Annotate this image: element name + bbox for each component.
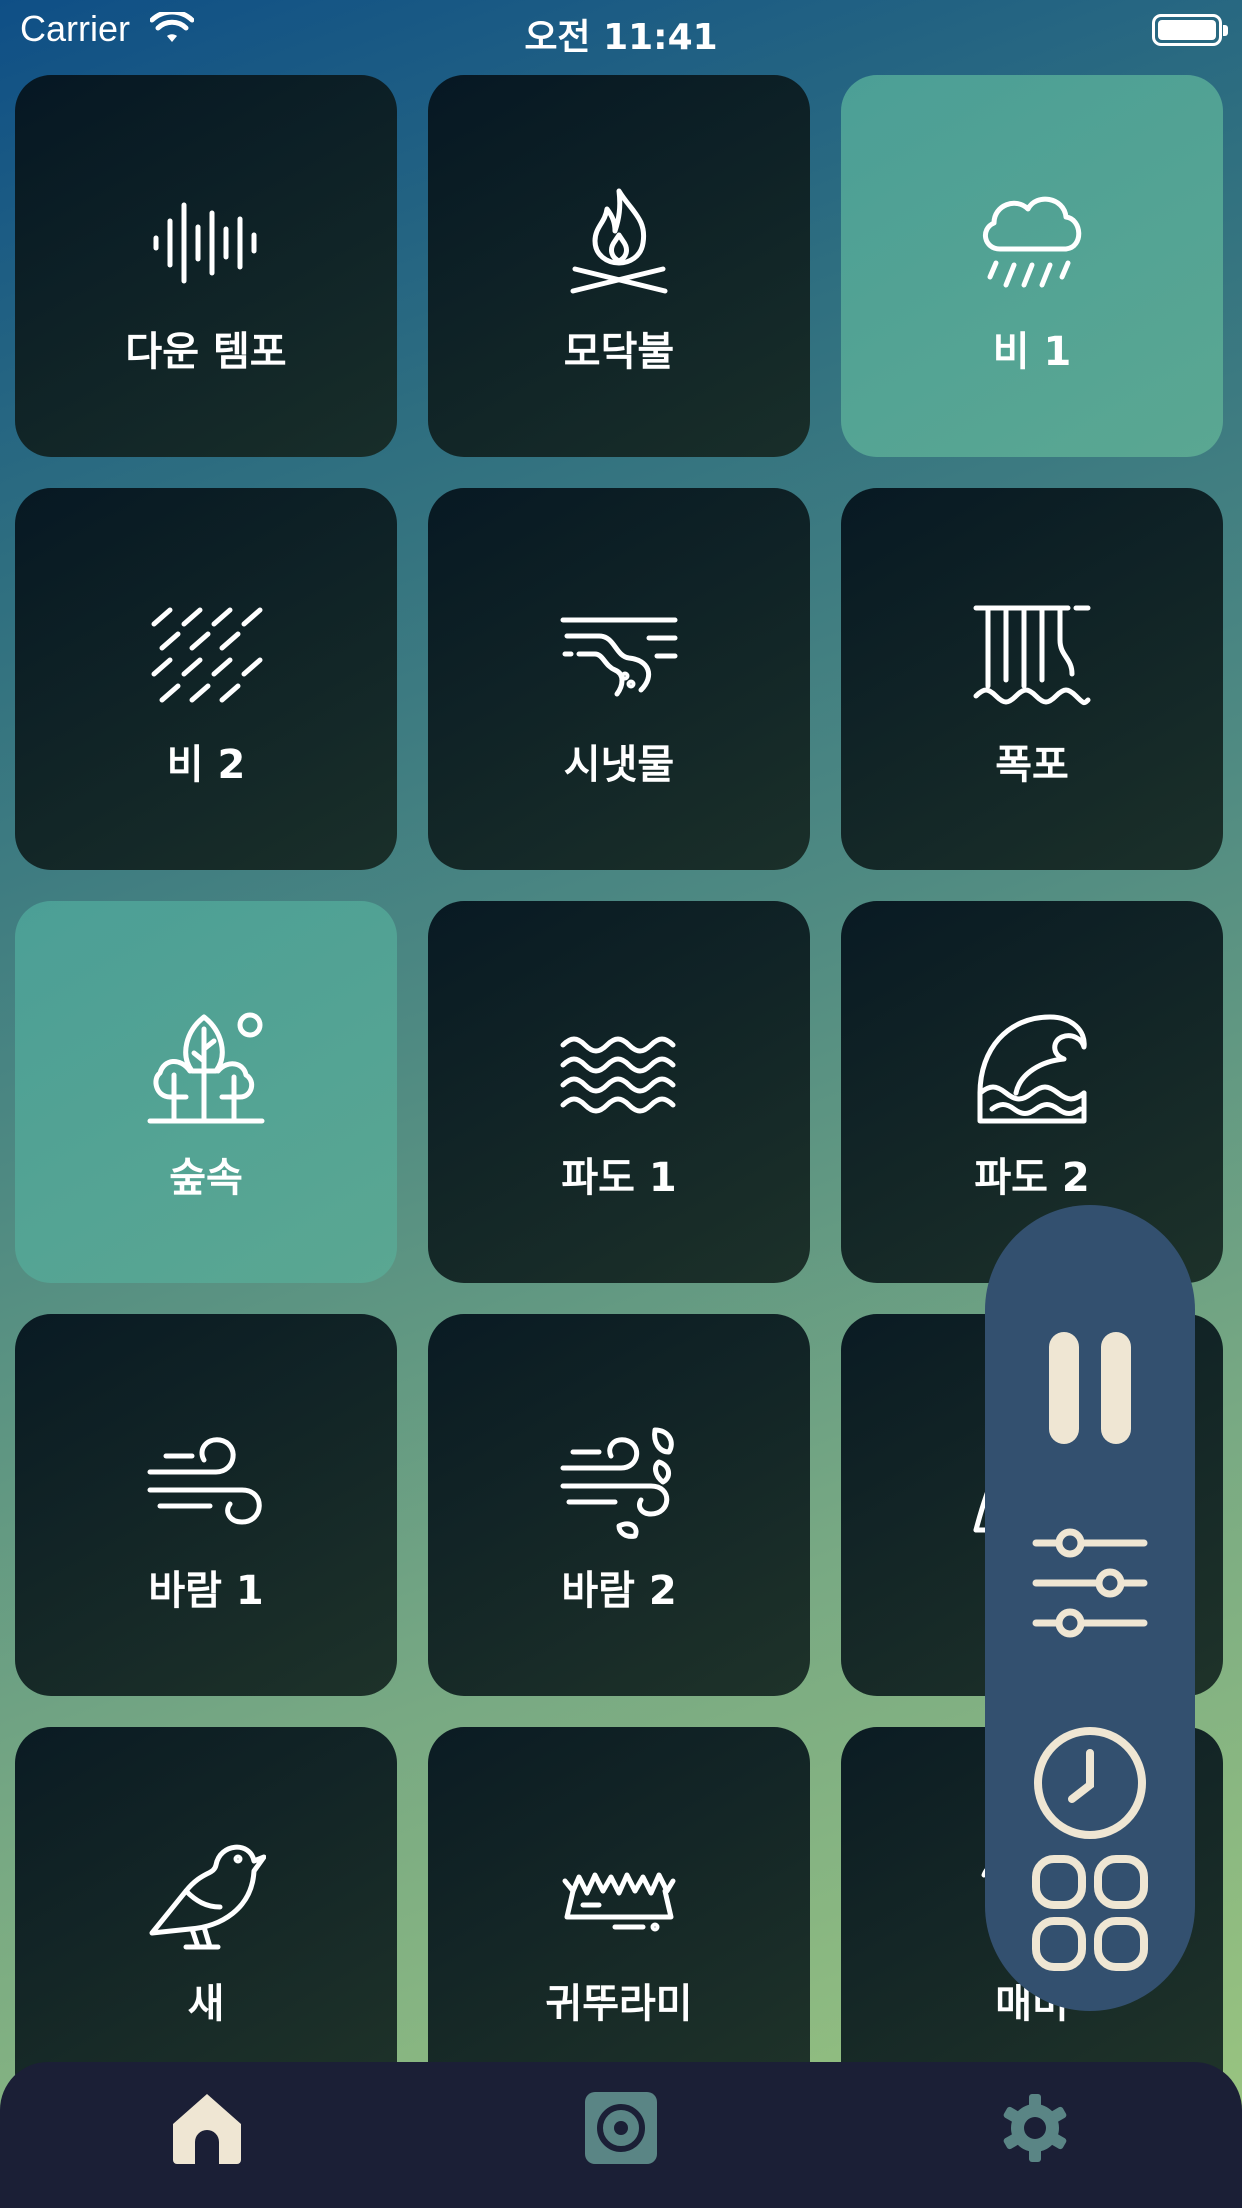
soundwave-icon: [146, 183, 266, 303]
grid-icon: [1030, 1853, 1150, 1977]
mixer-button[interactable]: [985, 1510, 1195, 1660]
sound-tile[interactable]: 바람 1: [15, 1314, 397, 1696]
sound-label: 숲속: [169, 1155, 243, 1201]
status-time: 오전 11:41: [524, 17, 718, 58]
sound-label: 다운 템포: [125, 329, 287, 375]
gear-icon: [999, 2092, 1071, 2168]
sound-label: 비 1: [992, 329, 1072, 375]
waterfall-icon: [972, 596, 1092, 716]
bird-icon: [146, 1835, 267, 1955]
sound-label: 폭포: [995, 742, 1069, 788]
sound-tile[interactable]: 바람 2: [428, 1314, 810, 1696]
sound-tile[interactable]: 귀뚜라미: [428, 1727, 810, 2109]
sound-tile[interactable]: 비 1: [841, 75, 1223, 457]
sound-tile[interactable]: 시냇물: [428, 488, 810, 870]
sound-label: 비 2: [166, 742, 246, 788]
clock-icon: [1030, 1723, 1150, 1847]
big-wave-icon: [972, 1009, 1092, 1129]
tab-bar: [0, 2062, 1242, 2208]
sound-label: 파도 2: [974, 1155, 1090, 1201]
battery-icon: [1152, 14, 1228, 46]
stream-icon: [559, 596, 679, 716]
wind-icon: [146, 1422, 266, 1542]
sound-tile[interactable]: 숲속: [15, 901, 397, 1283]
sound-tile[interactable]: 새: [15, 1727, 397, 2109]
campfire-icon: [559, 183, 679, 303]
sound-label: 새: [187, 1981, 225, 2027]
sound-tile[interactable]: 다운 템포: [15, 75, 397, 457]
sound-tile[interactable]: 모닥불: [428, 75, 810, 457]
pause-icon: [1045, 1328, 1135, 1452]
sound-label: 모닥불: [563, 329, 675, 375]
sound-tile[interactable]: 폭포: [841, 488, 1223, 870]
tab-home[interactable]: [157, 2080, 257, 2180]
timer-button[interactable]: [985, 1710, 1195, 1860]
forest-icon: [146, 1009, 266, 1129]
wind-leaves-icon: [559, 1422, 679, 1542]
sliders-icon: [1030, 1523, 1150, 1647]
rain-icon: [146, 596, 266, 716]
sound-label: 파도 1: [561, 1155, 677, 1201]
sound-label: 바람 1: [148, 1568, 264, 1614]
record-icon: [583, 2090, 659, 2170]
rain-cloud-icon: [972, 183, 1092, 303]
tab-settings[interactable]: [985, 2080, 1085, 2180]
pause-button[interactable]: [985, 1315, 1195, 1465]
sound-tile[interactable]: 비 2: [15, 488, 397, 870]
sound-label: 귀뚜라미: [545, 1981, 693, 2027]
sound-label: 바람 2: [561, 1568, 677, 1614]
status-bar: Carrier 오전 11:41: [0, 0, 1242, 62]
sound-label: 시냇물: [563, 742, 675, 788]
sound-tile[interactable]: 파도 1: [428, 901, 810, 1283]
home-icon: [167, 2088, 247, 2172]
presets-button[interactable]: [985, 1840, 1195, 1990]
waves-icon: [559, 1009, 679, 1129]
grass-icon: [559, 1835, 679, 1955]
tab-player[interactable]: [571, 2080, 671, 2180]
player-controls-panel: [985, 1205, 1195, 2011]
